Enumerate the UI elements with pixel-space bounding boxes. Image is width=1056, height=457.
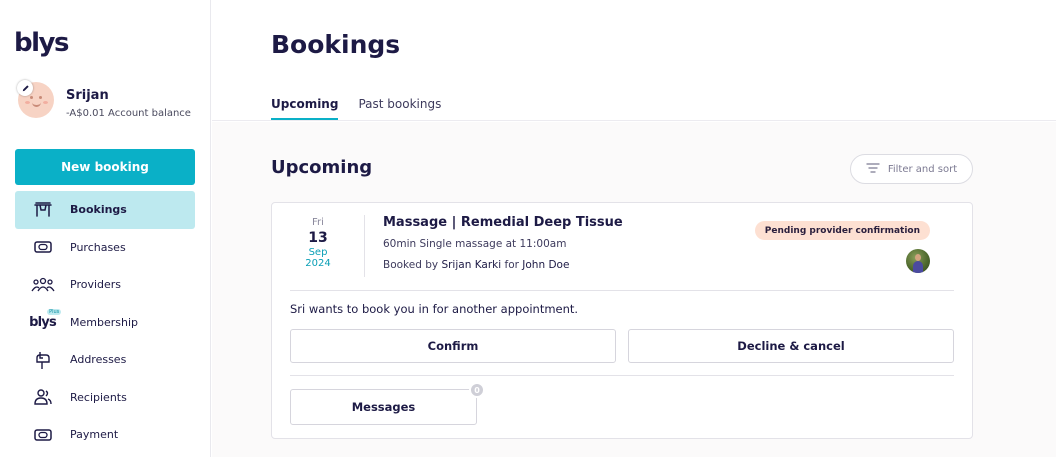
- booked-by-text: Booked by Srijan Karki for John Doe: [383, 259, 570, 271]
- date-day-of-week: Fri: [312, 217, 324, 228]
- booked-by-name: Srijan Karki: [441, 259, 502, 271]
- sidebar-item-label: Recipients: [70, 390, 127, 404]
- sidebar-item-providers[interactable]: Providers: [15, 266, 195, 304]
- sidebar-item-label: Payment: [70, 428, 119, 442]
- blys-plus-icon: blys Plus: [29, 308, 62, 330]
- new-booking-button[interactable]: New booking: [15, 149, 195, 185]
- date-year: 2024: [305, 258, 331, 269]
- tab-upcoming[interactable]: Upcoming: [271, 97, 339, 120]
- user-avatar-container[interactable]: [17, 80, 56, 120]
- booking-date: Fri 13 Sep 2024: [272, 217, 364, 269]
- edit-pencil-icon[interactable]: [17, 80, 33, 96]
- sidebar-item-addresses[interactable]: Addresses: [15, 341, 195, 379]
- decline-and-cancel-button[interactable]: Decline & cancel: [628, 329, 954, 363]
- recipients-icon: [15, 388, 70, 406]
- sidebar-item-payment[interactable]: Payment: [15, 416, 195, 454]
- booking-tabs: Upcoming Past bookings: [271, 97, 461, 120]
- providers-icon: [15, 276, 70, 294]
- bookings-icon: [15, 201, 70, 219]
- date-month: Sep: [308, 247, 328, 258]
- sidebar-item-label: Bookings: [70, 203, 127, 217]
- sidebar: blys Srijan -A$0.01 Account balance New …: [0, 0, 211, 457]
- sidebar-item-purchases[interactable]: Purchases: [15, 229, 195, 267]
- filter-icon: [866, 162, 880, 176]
- sidebar-item-bookings[interactable]: Bookings: [15, 191, 195, 229]
- status-badge: Pending provider confirmation: [754, 221, 930, 240]
- purchases-icon: [15, 239, 70, 255]
- filter-and-sort-button[interactable]: Filter and sort: [850, 154, 973, 184]
- sidebar-item-label: Membership: [70, 315, 138, 329]
- divider: [290, 290, 954, 291]
- sidebar-nav: Bookings Purchases Providers blys Plus Me…: [15, 191, 195, 454]
- messages-count-badge: 0: [469, 382, 485, 398]
- page-title: Bookings: [271, 30, 401, 59]
- divider: [364, 215, 365, 277]
- sidebar-item-label: Purchases: [70, 240, 126, 254]
- payment-icon: [15, 427, 70, 443]
- sidebar-item-label: Providers: [70, 278, 122, 292]
- sidebar-item-recipients[interactable]: Recipients: [15, 379, 195, 417]
- section-title: Upcoming: [271, 157, 373, 178]
- booking-title[interactable]: Massage | Remedial Deep Tissue: [383, 215, 623, 230]
- date-day: 13: [308, 230, 328, 246]
- booking-detail: 60min Single massage at 11:00am: [383, 238, 567, 250]
- booked-for-name: John Doe: [522, 259, 570, 271]
- tab-past-bookings[interactable]: Past bookings: [358, 97, 441, 120]
- mailbox-icon: [15, 350, 70, 370]
- user-name: Srijan: [66, 88, 109, 103]
- divider: [290, 375, 954, 376]
- rebook-prompt: Sri wants to book you in for another app…: [290, 302, 579, 316]
- blys-logo[interactable]: blys: [14, 28, 69, 58]
- messages-button[interactable]: Messages: [290, 389, 477, 425]
- sidebar-item-label: Addresses: [70, 353, 127, 367]
- account-balance: -A$0.01 Account balance: [66, 108, 191, 119]
- sidebar-item-membership[interactable]: blys Plus Membership: [15, 304, 195, 342]
- filter-label: Filter and sort: [887, 163, 958, 175]
- provider-avatar[interactable]: [906, 249, 930, 273]
- booking-card: Fri 13 Sep 2024 Massage | Remedial Deep …: [271, 202, 973, 439]
- confirm-button[interactable]: Confirm: [290, 329, 616, 363]
